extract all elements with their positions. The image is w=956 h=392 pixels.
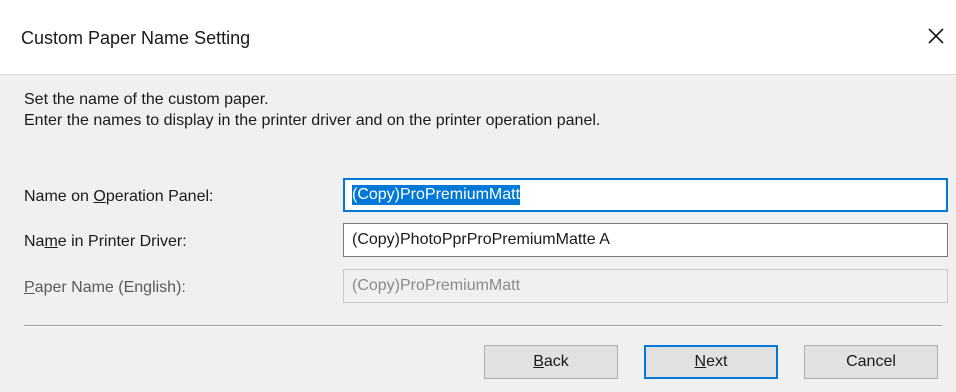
next-button[interactable]: Next	[644, 345, 778, 379]
printer-driver-name-value: (Copy)PhotoPprProPremiumMatte A	[352, 231, 610, 248]
title-bar: Custom Paper Name Setting	[0, 0, 956, 75]
back-button[interactable]: Back	[484, 345, 618, 379]
separator	[24, 325, 942, 327]
instruction-line-2: Enter the names to display in the printe…	[24, 112, 601, 129]
paper-name-english-label: Paper Name (English):	[24, 279, 186, 296]
custom-paper-name-dialog: Custom Paper Name Setting Set the name o…	[0, 0, 956, 392]
cancel-button[interactable]: Cancel	[804, 345, 938, 379]
instructions: Set the name of the custom paper. Enter …	[24, 89, 600, 131]
operation-panel-name-label: Name on Operation Panel:	[24, 188, 214, 205]
dialog-title: Custom Paper Name Setting	[21, 28, 251, 48]
close-icon[interactable]	[918, 18, 954, 54]
paper-name-english-input: (Copy)ProPremiumMatt	[343, 269, 948, 303]
paper-name-english-value: (Copy)ProPremiumMatt	[352, 277, 521, 294]
printer-driver-name-label: Name in Printer Driver:	[24, 233, 187, 250]
operation-panel-name-value: (Copy)ProPremiumMatt	[352, 185, 521, 205]
printer-driver-name-input[interactable]: (Copy)PhotoPprProPremiumMatte A	[343, 223, 948, 257]
operation-panel-name-input[interactable]: (Copy)ProPremiumMatt	[343, 178, 948, 212]
instruction-line-1: Set the name of the custom paper.	[24, 91, 269, 108]
